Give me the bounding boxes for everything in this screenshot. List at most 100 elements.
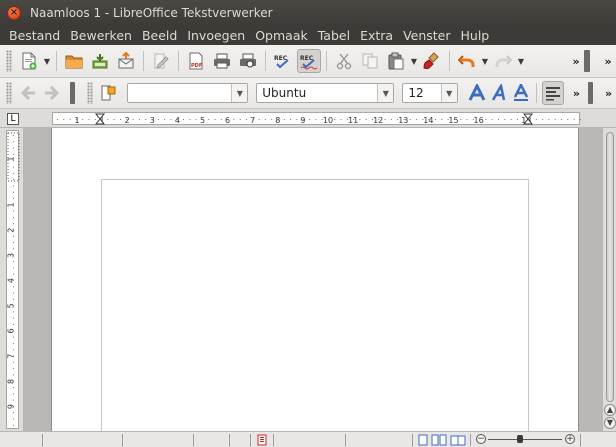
scrollbar-thumb[interactable] [606, 132, 614, 402]
single-page-view-icon[interactable] [418, 434, 428, 446]
menu-hulp[interactable]: Hulp [456, 28, 495, 43]
clone-formatting-button[interactable] [420, 49, 444, 73]
vertical-ruler-scale: 1123456789 [7, 132, 20, 426]
ruler-label: 4 [7, 278, 16, 283]
toolbar-overflow-icon[interactable]: » [568, 55, 584, 68]
toolbar-grip[interactable] [87, 82, 93, 104]
ruler-label: 9 [7, 404, 16, 409]
undo-button[interactable] [455, 49, 479, 73]
menu-invoegen[interactable]: Invoegen [182, 28, 250, 43]
chevron-down-icon[interactable]: ▼ [440, 84, 457, 102]
align-left-button[interactable] [541, 81, 565, 105]
ruler-tick [447, 119, 449, 120]
ruler-label: 2 [125, 116, 130, 125]
copy-icon [362, 53, 378, 69]
forward-button[interactable] [41, 81, 63, 105]
new-document-icon [22, 52, 37, 70]
text-boundary[interactable] [101, 179, 529, 439]
print-preview-button[interactable] [236, 49, 260, 73]
spellcheck-button[interactable]: REC [271, 49, 295, 73]
book-view-icon[interactable] [450, 434, 466, 446]
chevron-down-icon[interactable]: ▼ [516, 57, 526, 66]
cut-button[interactable] [332, 49, 356, 73]
ruler-tick [567, 119, 569, 120]
bold-button[interactable] [466, 81, 488, 105]
toolbar-overflow-icon[interactable]: » [600, 55, 616, 68]
chevron-down-icon[interactable]: ▼ [377, 84, 394, 102]
toolbar-grip[interactable] [6, 50, 12, 72]
menu-bewerken[interactable]: Bewerken [65, 28, 137, 43]
ruler-label: 8 [275, 116, 280, 125]
menu-tabel[interactable]: Tabel [313, 28, 355, 43]
arrow-right-icon [44, 85, 59, 101]
toolbar-end-handle[interactable] [587, 82, 594, 104]
menu-beeld[interactable]: Beeld [137, 28, 182, 43]
vertical-scrollbar[interactable]: ▲ ▼ [602, 128, 616, 431]
toolbar-overflow-icon[interactable]: » [569, 87, 584, 100]
multi-page-view-icon[interactable] [431, 434, 447, 446]
chevron-down-icon[interactable]: ▼ [231, 84, 248, 102]
separator [178, 51, 179, 71]
zoom-slider-track[interactable] [488, 439, 562, 440]
menu-opmaak[interactable]: Opmaak [250, 28, 313, 43]
email-button[interactable] [114, 49, 138, 73]
close-icon[interactable]: × [7, 5, 21, 20]
toolbar-end-handle[interactable] [69, 82, 76, 104]
status-divider [273, 434, 274, 446]
autospellcheck-button[interactable]: REC [297, 49, 321, 73]
scroll-down-icon[interactable]: ▼ [604, 417, 616, 429]
chevron-down-icon[interactable]: ▼ [409, 57, 419, 66]
chevron-down-icon[interactable]: ▼ [42, 57, 52, 66]
ruler-tick [359, 119, 361, 120]
print-button[interactable] [210, 49, 234, 73]
font-size-select[interactable]: 12 ▼ [402, 83, 458, 103]
edit-file-button[interactable] [149, 49, 173, 73]
export-pdf-button[interactable]: PDF [184, 49, 208, 73]
ruler-tick [372, 119, 373, 120]
underline-icon [513, 84, 528, 101]
new-document-button[interactable] [17, 49, 41, 73]
font-name-select[interactable]: Ubuntu ▼ [256, 83, 395, 103]
formatting-toolbar: ▼ Ubuntu ▼ 12 ▼ » » [0, 78, 616, 109]
chevron-down-icon[interactable]: ▼ [480, 57, 490, 66]
menu-venster[interactable]: Venster [398, 28, 455, 43]
vertical-ruler[interactable]: 1123456789 [6, 130, 20, 429]
italic-button[interactable] [488, 81, 510, 105]
ruler-tick [57, 119, 58, 120]
ruler-tick [13, 273, 14, 275]
ruler-label: 15 [448, 116, 458, 125]
ruler-label: 8 [7, 379, 16, 384]
styles-formatting-button[interactable] [98, 81, 120, 105]
scroll-up-icon[interactable]: ▲ [604, 404, 616, 416]
copy-button[interactable] [358, 49, 382, 73]
open-button[interactable] [62, 49, 86, 73]
toolbar-overflow-icon[interactable]: » [601, 87, 616, 100]
menu-extra[interactable]: Extra [355, 28, 398, 43]
separator [535, 83, 537, 103]
paragraph-style-select[interactable]: ▼ [126, 83, 249, 103]
document-modified-icon[interactable] [256, 434, 268, 446]
paste-button[interactable] [384, 49, 408, 73]
pdf-icon-text: PDF [191, 63, 202, 69]
zoom-slider-knob[interactable] [517, 435, 523, 443]
redo-button[interactable] [491, 49, 515, 73]
zoom-in-icon[interactable]: + [565, 434, 575, 444]
horizontal-ruler[interactable]: 11234567891011121314151618 [52, 112, 581, 125]
zoom-out-icon[interactable]: − [476, 434, 486, 444]
paintbrush-icon [423, 52, 439, 69]
tab-type-icon[interactable]: L [7, 113, 19, 125]
document-page[interactable] [51, 128, 579, 439]
toolbar-end-handle[interactable] [584, 50, 590, 72]
ruler-tick [554, 119, 556, 120]
ruler-tick [195, 119, 197, 120]
save-button[interactable] [88, 49, 112, 73]
ruler-tick [516, 119, 518, 120]
underline-button[interactable] [510, 81, 532, 105]
menu-bestand[interactable]: Bestand [0, 28, 65, 43]
toolbar-grip[interactable] [6, 82, 12, 104]
ruler-tick [13, 166, 14, 168]
ruler-label: 12 [373, 116, 383, 125]
back-button[interactable] [17, 81, 39, 105]
ruler-tick [353, 119, 355, 120]
ruler-tick [365, 119, 367, 120]
